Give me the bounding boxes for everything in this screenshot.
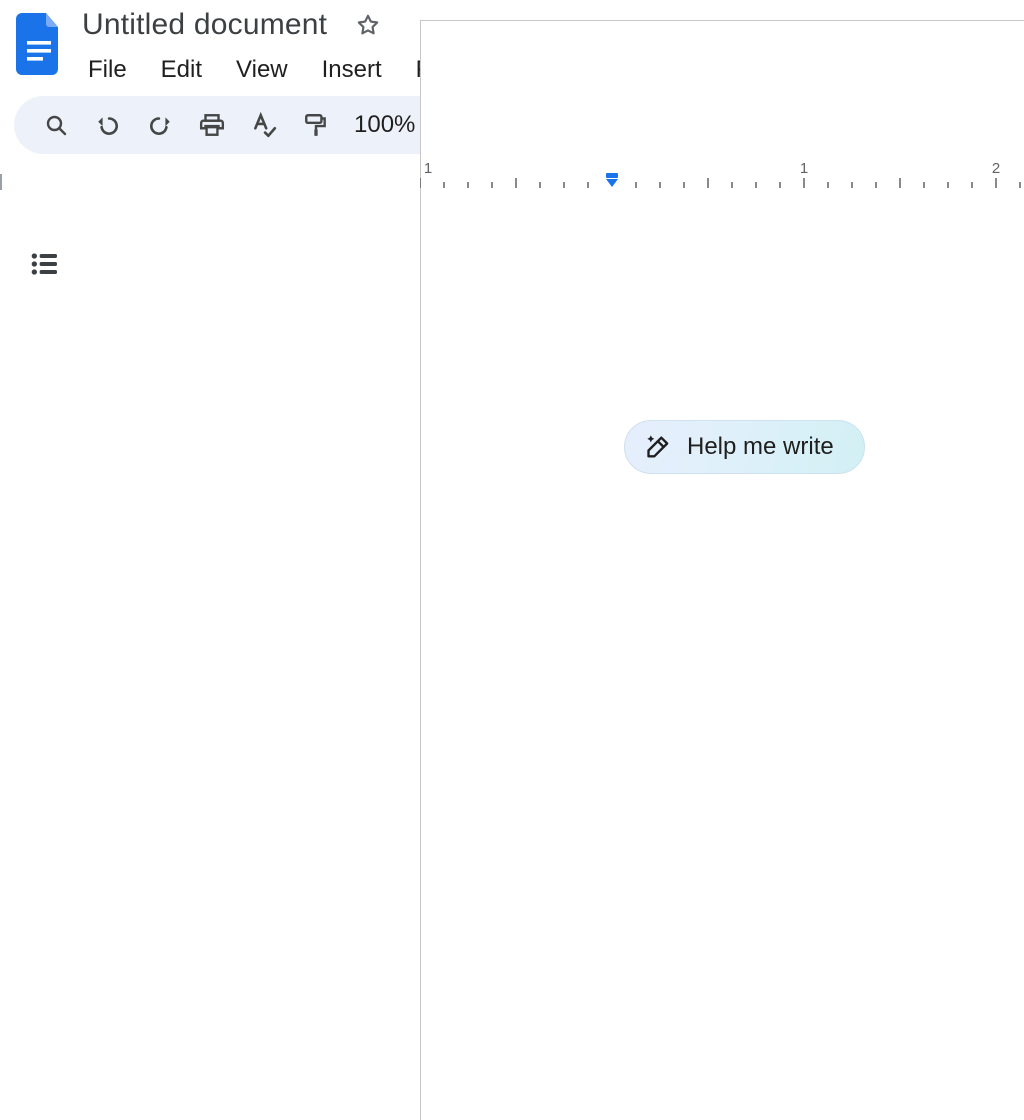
spellcheck-icon <box>251 112 277 138</box>
zoom-value: 100% <box>354 111 415 139</box>
paint-roller-icon <box>303 112 329 138</box>
horizontal-ruler[interactable]: 1 1 2 <box>420 164 1024 192</box>
magic-pencil-icon <box>645 433 673 461</box>
ruler-area: 1 1 2 <box>0 164 1024 192</box>
spellcheck-button[interactable] <box>244 105 284 145</box>
print-icon <box>199 112 225 138</box>
menu-view[interactable]: View <box>226 50 298 90</box>
ruler-label: 1 <box>424 160 432 177</box>
first-line-indent-marker[interactable] <box>602 172 622 192</box>
redo-button[interactable] <box>140 105 180 145</box>
menu-edit[interactable]: Edit <box>151 50 212 90</box>
help-me-write-label: Help me write <box>687 433 834 461</box>
page-edge-tick <box>0 174 2 190</box>
left-gutter <box>0 192 90 788</box>
ruler-label: 2 <box>992 160 1000 177</box>
search-menus-button[interactable] <box>36 105 76 145</box>
help-me-write-button[interactable]: Help me write <box>624 420 865 474</box>
star-button[interactable] <box>351 8 385 42</box>
redo-icon <box>147 112 173 138</box>
menu-insert[interactable]: Insert <box>312 50 392 90</box>
star-outline-icon <box>355 12 381 38</box>
docs-logo-icon[interactable] <box>8 6 72 82</box>
document-title[interactable]: Untitled document <box>78 6 331 44</box>
ruler-label: 1 <box>800 160 808 177</box>
print-button[interactable] <box>192 105 232 145</box>
menu-file[interactable]: File <box>78 50 137 90</box>
paint-format-button[interactable] <box>296 105 336 145</box>
list-icon <box>29 248 61 280</box>
undo-button[interactable] <box>88 105 128 145</box>
undo-icon <box>95 112 121 138</box>
show-outline-button[interactable] <box>21 240 69 288</box>
search-icon <box>44 113 68 137</box>
